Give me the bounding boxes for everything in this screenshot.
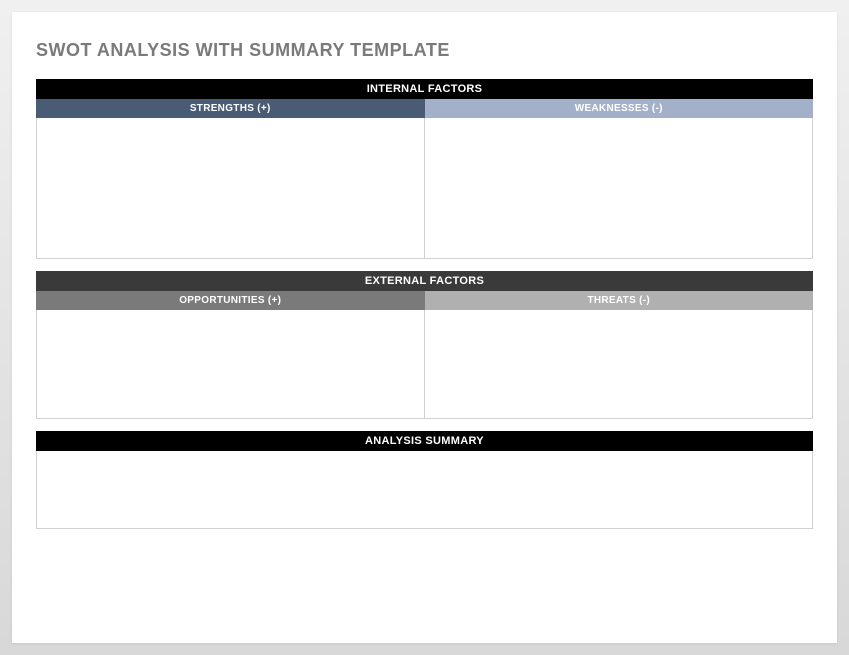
internal-factors-section: INTERNAL FACTORS STRENGTHS (+) WEAKNESSE… [36, 79, 813, 259]
document-page: SWOT ANALYSIS WITH SUMMARY TEMPLATE INTE… [12, 12, 837, 643]
weaknesses-header: WEAKNESSES (-) [425, 99, 814, 118]
external-factors-section: EXTERNAL FACTORS OPPORTUNITIES (+) THREA… [36, 271, 813, 419]
internal-content-row [36, 118, 813, 259]
page-title: SWOT ANALYSIS WITH SUMMARY TEMPLATE [36, 40, 813, 61]
internal-factors-header: INTERNAL FACTORS [36, 79, 813, 99]
external-content-row [36, 310, 813, 419]
strengths-header: STRENGTHS (+) [36, 99, 425, 118]
internal-column-headers: STRENGTHS (+) WEAKNESSES (-) [36, 99, 813, 118]
strengths-cell[interactable] [37, 118, 425, 258]
weaknesses-cell[interactable] [425, 118, 812, 258]
analysis-summary-cell[interactable] [36, 451, 813, 529]
analysis-summary-section: ANALYSIS SUMMARY [36, 431, 813, 529]
opportunities-cell[interactable] [37, 310, 425, 418]
opportunities-header: OPPORTUNITIES (+) [36, 291, 425, 310]
threats-cell[interactable] [425, 310, 812, 418]
external-column-headers: OPPORTUNITIES (+) THREATS (-) [36, 291, 813, 310]
analysis-summary-header: ANALYSIS SUMMARY [36, 431, 813, 451]
external-factors-header: EXTERNAL FACTORS [36, 271, 813, 291]
threats-header: THREATS (-) [425, 291, 814, 310]
